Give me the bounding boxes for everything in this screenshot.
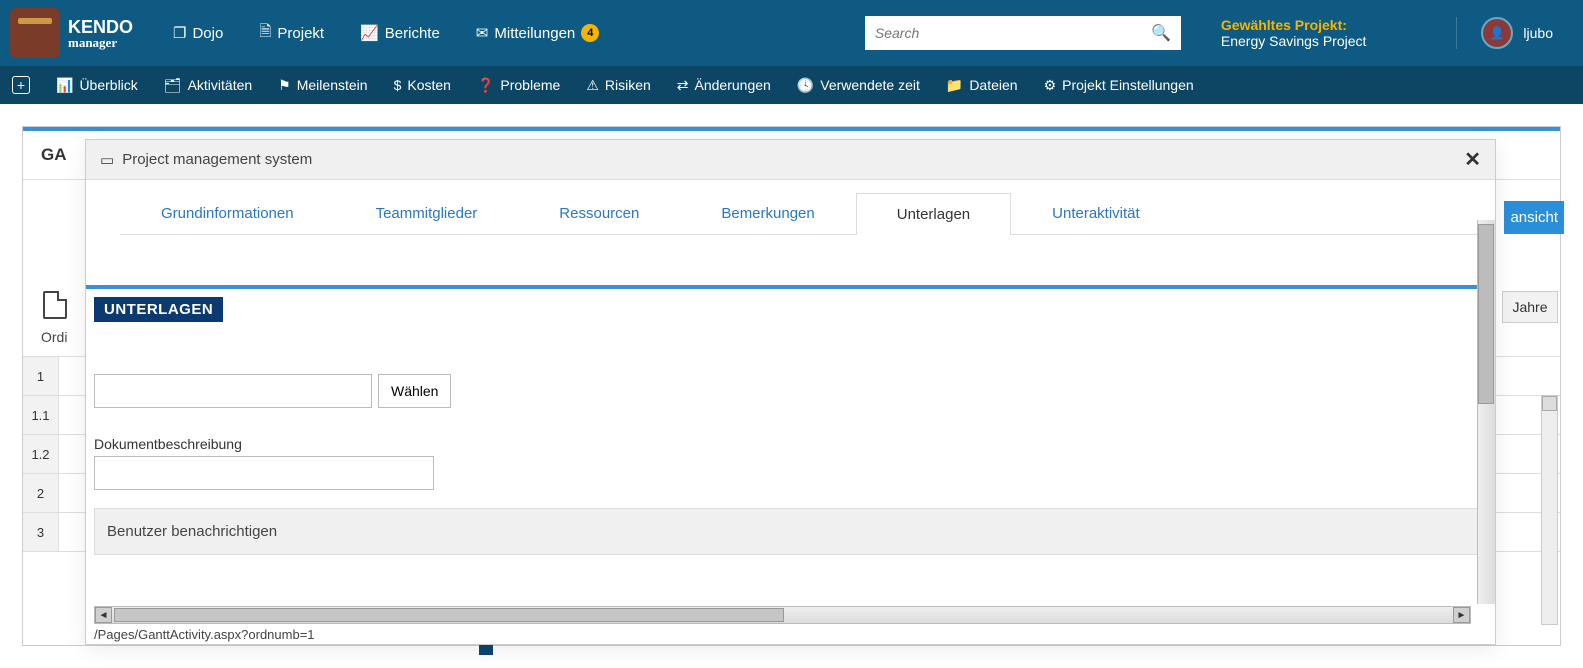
clock-icon: 🕓 [797, 77, 814, 94]
file-name-display [94, 374, 372, 408]
flag-icon: ⚑ [278, 77, 291, 94]
tab-bemerkungen[interactable]: Bemerkungen [680, 192, 855, 234]
logo-text: KENDO manager [68, 18, 133, 49]
gear-icon: ⚙ [1044, 77, 1057, 94]
logo-icon [10, 8, 60, 58]
copy-icon: ❐ [173, 24, 186, 42]
chart-icon: 📈 [360, 24, 379, 42]
subnav-anderungen[interactable]: ⇄Änderungen [677, 77, 771, 94]
col-ord: Ordi [35, 329, 67, 345]
choose-file-button[interactable]: Wählen [378, 374, 451, 408]
nav-projekt[interactable]: 🗎 Projekt [259, 21, 324, 46]
dialog-horizontal-scrollbar[interactable]: ◄ ► [94, 606, 1471, 624]
scroll-thumb[interactable] [114, 608, 784, 622]
sub-nav: + 📊Überblick 🗂Aktivitäten ⚑Meilenstein $… [0, 66, 1583, 104]
dialog-tabs: Grundinformationen Teammitglieder Ressou… [120, 192, 1495, 235]
export-icon[interactable] [43, 291, 67, 319]
nav-berichte[interactable]: 📈 Berichte [360, 21, 440, 46]
tab-unteraktivitat[interactable]: Unteraktivität [1011, 192, 1181, 234]
dialog-titlebar[interactable]: ▭ Project management system ✕ [86, 140, 1495, 180]
dialog-vertical-scrollbar[interactable] [1477, 220, 1495, 604]
logo[interactable]: KENDO manager [10, 8, 133, 58]
nav-mitteilungen-label: Mitteilungen [494, 25, 575, 42]
top-nav: ❐ Dojo 🗎 Projekt 📈 Berichte ✉ Mitteilung… [173, 21, 599, 46]
iframe-path: /Pages/GanttActivity.aspx?ordnumb=1 [94, 627, 315, 642]
close-icon[interactable]: ✕ [1464, 147, 1481, 172]
subnav-risiken[interactable]: ⚠Risiken [586, 77, 650, 94]
section-title: UNTERLAGEN [94, 297, 223, 322]
notify-users-section[interactable]: Benutzer benachrichtigen [94, 508, 1495, 555]
description-input[interactable] [94, 456, 434, 490]
nav-mitteilungen[interactable]: ✉ Mitteilungen 4 [476, 21, 599, 46]
subnav-uberblick[interactable]: 📊Überblick [56, 77, 138, 94]
view-toggle-button[interactable]: ansicht [1504, 201, 1564, 234]
subnav-einstellungen[interactable]: ⚙Projekt Einstellungen [1044, 77, 1194, 94]
warning-icon: ⚠ [586, 77, 599, 94]
subnav-dateien[interactable]: 📁Dateien [946, 77, 1018, 94]
activity-dialog: ▭ Project management system ✕ Grundinfor… [85, 139, 1496, 645]
dollar-icon: $ [394, 77, 402, 93]
upload-row: Wählen [94, 374, 1495, 408]
selected-project-label: Gewähltes Projekt: [1221, 17, 1367, 33]
scroll-right-icon[interactable]: ► [1453, 607, 1470, 623]
gantt-vertical-scrollbar[interactable] [1541, 395, 1558, 625]
tab-grundinformationen[interactable]: Grundinformationen [120, 192, 335, 234]
subnav-kosten[interactable]: $Kosten [394, 77, 451, 93]
user-area[interactable]: 👤 ljubo [1456, 17, 1573, 49]
nav-dojo-label: Dojo [192, 25, 223, 42]
main: GA ansicht Jahre Ordi 1 1.1 1.2 2 3 [0, 104, 1583, 668]
top-header: KENDO manager ❐ Dojo 🗎 Projekt 📈 Bericht… [0, 0, 1583, 66]
chart-line-icon: 📊 [56, 77, 73, 94]
scroll-up-icon[interactable] [1542, 396, 1557, 411]
search-input[interactable] [875, 25, 1151, 41]
logo-line2: manager [68, 36, 133, 49]
dialog-title: Project management system [122, 151, 312, 168]
nav-projekt-label: Projekt [277, 25, 324, 42]
description-label: Dokumentbeschreibung [94, 436, 1495, 452]
tab-unterlagen[interactable]: Unterlagen [856, 193, 1011, 235]
username: ljubo [1523, 25, 1553, 41]
tab-teammitglieder[interactable]: Teammitglieder [335, 192, 519, 234]
question-icon: ❓ [477, 77, 494, 94]
search-box[interactable]: 🔍 [865, 16, 1181, 50]
avatar: 👤 [1481, 17, 1513, 49]
subnav-meilenstein[interactable]: ⚑Meilenstein [278, 77, 367, 94]
scroll-left-icon[interactable]: ◄ [95, 607, 112, 623]
subnav-aktivitaten[interactable]: 🗂Aktivitäten [164, 77, 252, 94]
nav-berichte-label: Berichte [385, 25, 440, 42]
nav-dojo[interactable]: ❐ Dojo [173, 21, 223, 46]
dialog-content-area: UNTERLAGEN Wählen Dokumentbeschreibung B… [86, 285, 1495, 555]
subnav-probleme[interactable]: ❓Probleme [477, 77, 560, 94]
window-icon: ▭ [100, 151, 114, 169]
subnav-zeit[interactable]: 🕓Verwendete zeit [797, 77, 920, 94]
notification-badge: 4 [581, 24, 599, 42]
exchange-icon: ⇄ [677, 77, 689, 94]
gantt-panel: GA ansicht Jahre Ordi 1 1.1 1.2 2 3 [22, 126, 1561, 646]
search-icon[interactable]: 🔍 [1151, 23, 1171, 43]
selected-project-name: Energy Savings Project [1221, 33, 1367, 49]
file-icon: 🗎 [259, 21, 271, 46]
scroll-thumb[interactable] [1478, 224, 1494, 404]
tab-ressourcen[interactable]: Ressourcen [518, 192, 680, 234]
tasks-icon: 🗂 [164, 77, 182, 94]
folder-icon: 📁 [946, 77, 963, 94]
selected-project: Gewähltes Projekt: Energy Savings Projec… [1221, 17, 1367, 49]
logo-line1: KENDO [68, 17, 133, 37]
add-button[interactable]: + [12, 76, 30, 94]
mail-icon: ✉ [476, 24, 489, 42]
